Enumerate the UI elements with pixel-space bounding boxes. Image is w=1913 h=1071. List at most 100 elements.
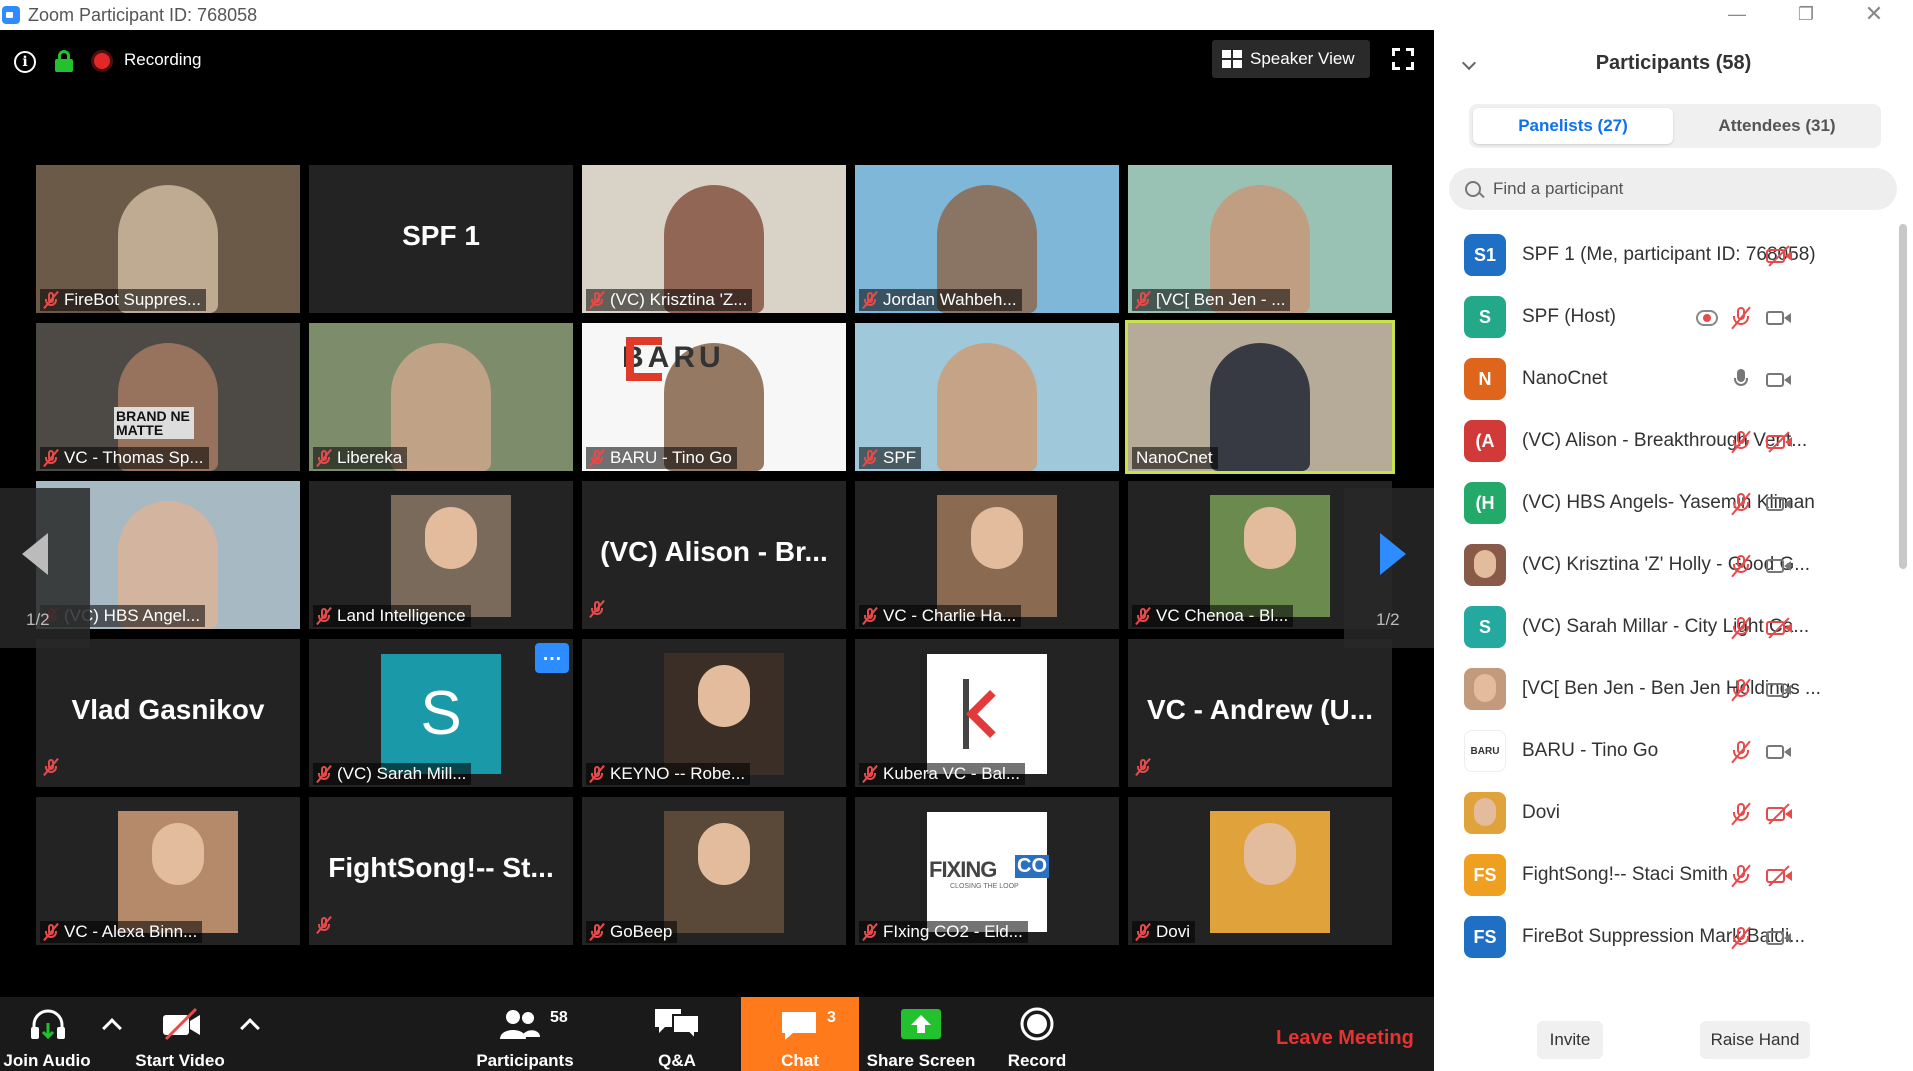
participant-tile[interactable]: FIXING CO CLOSING THE LOOP FIxing CO2 - Eld…	[855, 797, 1119, 945]
muted-mic-icon[interactable]	[1731, 864, 1751, 888]
tab-attendees[interactable]: Attendees (31)	[1677, 108, 1877, 144]
participant-tile[interactable]: GoBeep	[582, 797, 846, 945]
camera-icon[interactable]	[1766, 681, 1792, 699]
participant-list-scrollbar[interactable]	[1898, 224, 1908, 996]
muted-mic-icon[interactable]	[1731, 306, 1751, 330]
participant-tile[interactable]: (VC) Alison - Br...	[582, 481, 846, 629]
participant-list-item[interactable]: FS FireBot Suppression Mark Baldi...	[1434, 906, 1894, 968]
avatar: FS	[1464, 854, 1506, 896]
mic-icon[interactable]	[1732, 369, 1750, 391]
start-video-button[interactable]: Start Video	[130, 997, 230, 1071]
participant-tile[interactable]: KEYNO -- Robe...	[582, 639, 846, 787]
participant-tile[interactable]: Vlad Gasnikov	[36, 639, 300, 787]
camera-off-icon[interactable]	[1766, 865, 1794, 887]
record-button[interactable]: Record	[1000, 997, 1074, 1071]
participant-name: (VC) Alison - Breakthrough Vent...	[1522, 430, 1808, 451]
close-icon[interactable]: ✕	[1844, 0, 1904, 30]
fullscreen-icon[interactable]	[1392, 48, 1414, 70]
participant-list-item[interactable]: S SPF (Host)	[1434, 286, 1894, 348]
participant-tile[interactable]: [VC[ Ben Jen - ...	[1128, 165, 1392, 313]
previous-page-button[interactable]: 1/2	[0, 488, 90, 648]
speaker-view-button[interactable]: Speaker View	[1212, 40, 1370, 78]
muted-mic-icon[interactable]	[1731, 678, 1751, 702]
participant-tile[interactable]: FightSong!-- St...	[309, 797, 573, 945]
participant-list-item[interactable]: BARU BARU - Tino Go	[1434, 720, 1894, 782]
profile-face	[698, 823, 750, 885]
qa-button[interactable]: Q&A	[640, 997, 714, 1071]
participant-tile[interactable]: Land Intelligence	[309, 481, 573, 629]
participant-tile[interactable]: BARU BARU - Tino Go	[582, 323, 846, 471]
avatar: (H	[1464, 482, 1506, 524]
participant-tile[interactable]: VC - Alexa Binn...	[36, 797, 300, 945]
camera-icon[interactable]	[1766, 743, 1792, 761]
participant-name: FireBot Suppres...	[64, 290, 202, 309]
recording-label: Recording	[124, 50, 202, 69]
start-video-label: Start Video	[135, 1051, 225, 1070]
muted-mic-icon[interactable]	[1731, 492, 1751, 516]
video-options-caret-icon[interactable]	[240, 1018, 260, 1038]
muted-mic-icon	[589, 922, 605, 942]
participant-tile[interactable]: SPF 1	[309, 165, 573, 313]
tab-panelists[interactable]: Panelists (27)	[1473, 108, 1673, 144]
minimize-icon[interactable]: —	[1707, 0, 1767, 30]
participant-tile[interactable]: Libereka	[309, 323, 573, 471]
share-screen-button[interactable]: Share Screen	[862, 997, 980, 1071]
participant-list-item[interactable]: (H (VC) HBS Angels- Yasemin Kliman	[1434, 472, 1894, 534]
avatar-initials: S	[1478, 617, 1491, 637]
camera-icon[interactable]	[1766, 495, 1792, 513]
participant-tile[interactable]: FireBot Suppres...	[36, 165, 300, 313]
invite-button[interactable]: Invite	[1537, 1021, 1603, 1059]
participant-list-item[interactable]: N NanoCnet	[1434, 348, 1894, 410]
camera-icon[interactable]	[1766, 309, 1792, 327]
participants-button[interactable]: 58 Participants	[470, 997, 580, 1071]
participant-list-item[interactable]: S1 SPF 1 (Me, participant ID: 768058)	[1434, 224, 1894, 286]
participant-tile[interactable]: SPF	[855, 323, 1119, 471]
chat-button[interactable]: 3 Chat	[741, 997, 859, 1071]
join-audio-button[interactable]: Join Audio	[0, 997, 94, 1071]
participant-tile[interactable]: BRAND NE MATTE VC - Thomas Sp...	[36, 323, 300, 471]
participant-tile[interactable]: VC - Andrew (U...	[1128, 639, 1392, 787]
muted-mic-icon[interactable]	[1731, 802, 1751, 826]
participant-tile[interactable]: S … (VC) Sarah Mill...	[309, 639, 573, 787]
participant-list-item[interactable]: FS FightSong!-- Staci Smith	[1434, 844, 1894, 906]
search-input[interactable]	[1493, 179, 1873, 199]
camera-icon[interactable]	[1766, 929, 1792, 947]
participant-list-item[interactable]: [VC[ Ben Jen - Ben Jen Holdings ...	[1434, 658, 1894, 720]
leave-meeting-button[interactable]: Leave Meeting	[1276, 1027, 1414, 1050]
audio-options-caret-icon[interactable]	[102, 1018, 122, 1038]
participant-tile[interactable]: Kubera VC - Bal...	[855, 639, 1119, 787]
participant-tile[interactable]: Jordan Wahbeh...	[855, 165, 1119, 313]
fixing-logo-co: CO	[1015, 855, 1049, 878]
raise-hand-button[interactable]: Raise Hand	[1700, 1021, 1810, 1059]
camera-off-icon[interactable]	[1766, 245, 1794, 267]
more-options-button[interactable]: …	[535, 643, 569, 673]
participant-tile[interactable]: NanoCnet	[1125, 320, 1395, 474]
muted-mic-icon[interactable]	[1731, 740, 1751, 764]
camera-off-icon[interactable]	[1766, 803, 1794, 825]
speaker-view-label: Speaker View	[1250, 49, 1355, 68]
participant-list-item[interactable]: Dovi	[1434, 782, 1894, 844]
muted-mic-icon[interactable]	[1731, 926, 1751, 950]
camera-off-icon[interactable]	[1766, 617, 1794, 639]
participant-tile[interactable]: Dovi	[1128, 797, 1392, 945]
participant-list-item[interactable]: (VC) Krisztina 'Z' Holly - Good G...	[1434, 534, 1894, 596]
participant-list-item[interactable]: S (VC) Sarah Millar - City Light Ca...	[1434, 596, 1894, 658]
camera-icon[interactable]	[1766, 371, 1792, 389]
muted-mic-icon[interactable]	[1731, 554, 1751, 578]
participant-list: S1 SPF 1 (Me, participant ID: 768058) S SPF…	[1434, 224, 1894, 996]
restore-icon[interactable]: ❐	[1776, 0, 1836, 30]
page-indicator-right: 1/2	[1376, 610, 1400, 629]
info-icon[interactable]: i	[14, 51, 36, 73]
next-page-button[interactable]: 1/2	[1344, 488, 1434, 648]
join-audio-label: Join Audio	[3, 1051, 91, 1070]
participant-list-item[interactable]: (A (VC) Alison - Breakthrough Vent...	[1434, 410, 1894, 472]
muted-mic-icon	[316, 764, 332, 784]
camera-icon[interactable]	[1766, 557, 1792, 575]
muted-mic-icon[interactable]	[1731, 616, 1751, 640]
camera-off-icon[interactable]	[1766, 431, 1794, 453]
lock-icon[interactable]	[55, 50, 73, 72]
participant-tile[interactable]: (VC) Krisztina 'Z...	[582, 165, 846, 313]
participant-name: [VC[ Ben Jen - ...	[1156, 290, 1286, 309]
muted-mic-icon[interactable]	[1731, 430, 1751, 454]
participant-tile[interactable]: VC - Charlie Ha...	[855, 481, 1119, 629]
